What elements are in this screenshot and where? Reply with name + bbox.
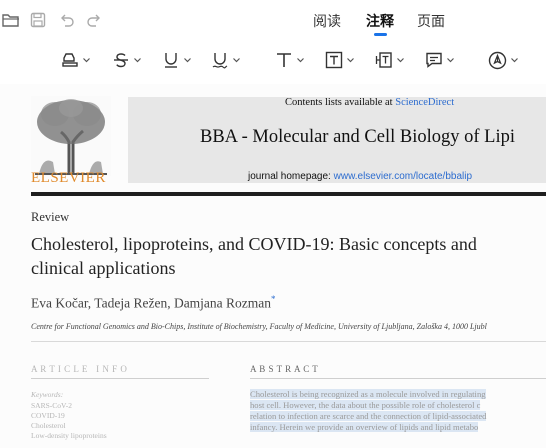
authors-line: Eva Kočar, Tadeja Režen, Damjana Rozman* — [31, 294, 276, 312]
text-callout-icon — [375, 52, 392, 68]
chevron-down-icon — [297, 57, 304, 62]
chevron-down-icon — [134, 57, 141, 62]
tab-annotate[interactable]: 注释 — [366, 11, 394, 31]
pen-tool[interactable] — [488, 48, 518, 72]
open-folder-icon[interactable] — [0, 9, 22, 31]
strikethrough-icon — [114, 53, 128, 68]
pen-icon — [488, 51, 507, 69]
article-title-line-2: clinical applications — [31, 258, 176, 278]
abstract-line[interactable]: relation to infection are scarce and the… — [250, 411, 487, 421]
keyword: Cholesterol — [31, 421, 66, 430]
homepage-line: journal homepage: www.elsevier.com/locat… — [248, 171, 472, 182]
abstract-line[interactable]: Cholesterol is being recognized as a mol… — [250, 389, 486, 399]
squiggly-underline-tool[interactable] — [211, 48, 240, 72]
save-icon[interactable] — [27, 9, 49, 31]
article-info-rule — [31, 378, 209, 379]
highlighter-tool[interactable] — [61, 48, 90, 72]
active-tab-indicator — [374, 33, 387, 36]
elsevier-tree-logo — [31, 96, 111, 176]
document-viewport[interactable]: ELSEVIER Contents lists available at Sci… — [0, 84, 546, 448]
keyword: COVID-19 — [31, 411, 65, 420]
chevron-down-icon — [511, 57, 518, 62]
pdf-page: ELSEVIER Contents lists available at Sci… — [0, 84, 546, 448]
keyword: Low-density lipoproteins — [31, 431, 107, 440]
divider — [31, 341, 546, 342]
abstract-heading: A B S T R A C T — [250, 364, 319, 374]
tab-read[interactable]: 阅读 — [313, 11, 341, 31]
highlighter-icon — [62, 53, 78, 67]
annotation-toolbar — [0, 42, 546, 78]
text-box-icon — [325, 51, 343, 69]
abstract-line[interactable]: host cell. However, the data about the p… — [250, 400, 481, 410]
squiggly-underline-icon — [212, 53, 228, 69]
top-toolbar: 阅读 注释 页面 — [0, 0, 546, 40]
tab-page[interactable]: 页面 — [417, 11, 445, 31]
undo-icon[interactable] — [56, 9, 78, 31]
text-tool[interactable] — [275, 48, 304, 72]
chevron-down-icon — [347, 57, 354, 62]
article-title-line-1: Cholesterol, lipoproteins, and COVID-19:… — [31, 234, 477, 254]
redo-icon[interactable] — [83, 9, 105, 31]
abstract-text: Cholesterol is being recognized as a mol… — [250, 389, 546, 433]
homepage-prefix: journal homepage: — [248, 171, 334, 182]
chevron-down-icon — [397, 57, 404, 62]
article-type: Review — [31, 210, 70, 224]
keyword: SARS-CoV-2 — [31, 401, 72, 410]
strikethrough-tool[interactable] — [112, 48, 141, 72]
text-icon — [277, 53, 291, 67]
chevron-down-icon — [447, 57, 454, 62]
underline-icon — [165, 53, 177, 68]
homepage-link[interactable]: www.elsevier.com/locate/bbalip — [334, 171, 472, 182]
contents-prefix: Contents lists available at — [285, 97, 396, 108]
publisher-name: ELSEVIER — [31, 170, 106, 186]
abstract-line[interactable]: infancy. Herein we provide an overview o… — [250, 422, 479, 432]
underline-tool[interactable] — [162, 48, 191, 72]
chevron-down-icon — [83, 57, 90, 62]
abstract-rule — [250, 378, 546, 379]
corresponding-author-marker[interactable]: * — [271, 294, 276, 304]
comment-icon — [426, 52, 442, 68]
sciencedirect-link[interactable]: ScienceDirect — [395, 97, 454, 108]
article-info-heading: A R T I C L E I N F O — [31, 364, 128, 374]
header-rule — [31, 192, 546, 196]
journal-title: BBA - Molecular and Cell Biology of Lipi — [200, 127, 515, 147]
comment-tool[interactable] — [425, 48, 454, 72]
keywords-heading: Keywords: — [31, 390, 64, 399]
text-callout-tool[interactable] — [375, 48, 404, 72]
chevron-down-icon — [184, 57, 191, 62]
keyword-list: SARS-CoV-2 COVID-19 Cholesterol Low-dens… — [31, 401, 107, 441]
affiliation: Centre for Functional Genomics and Bio-C… — [31, 322, 487, 331]
chevron-down-icon — [233, 57, 240, 62]
authors: Eva Kočar, Tadeja Režen, Damjana Rozman — [31, 295, 272, 311]
text-box-tool[interactable] — [325, 48, 354, 72]
contents-line: Contents lists available at ScienceDirec… — [285, 97, 454, 108]
